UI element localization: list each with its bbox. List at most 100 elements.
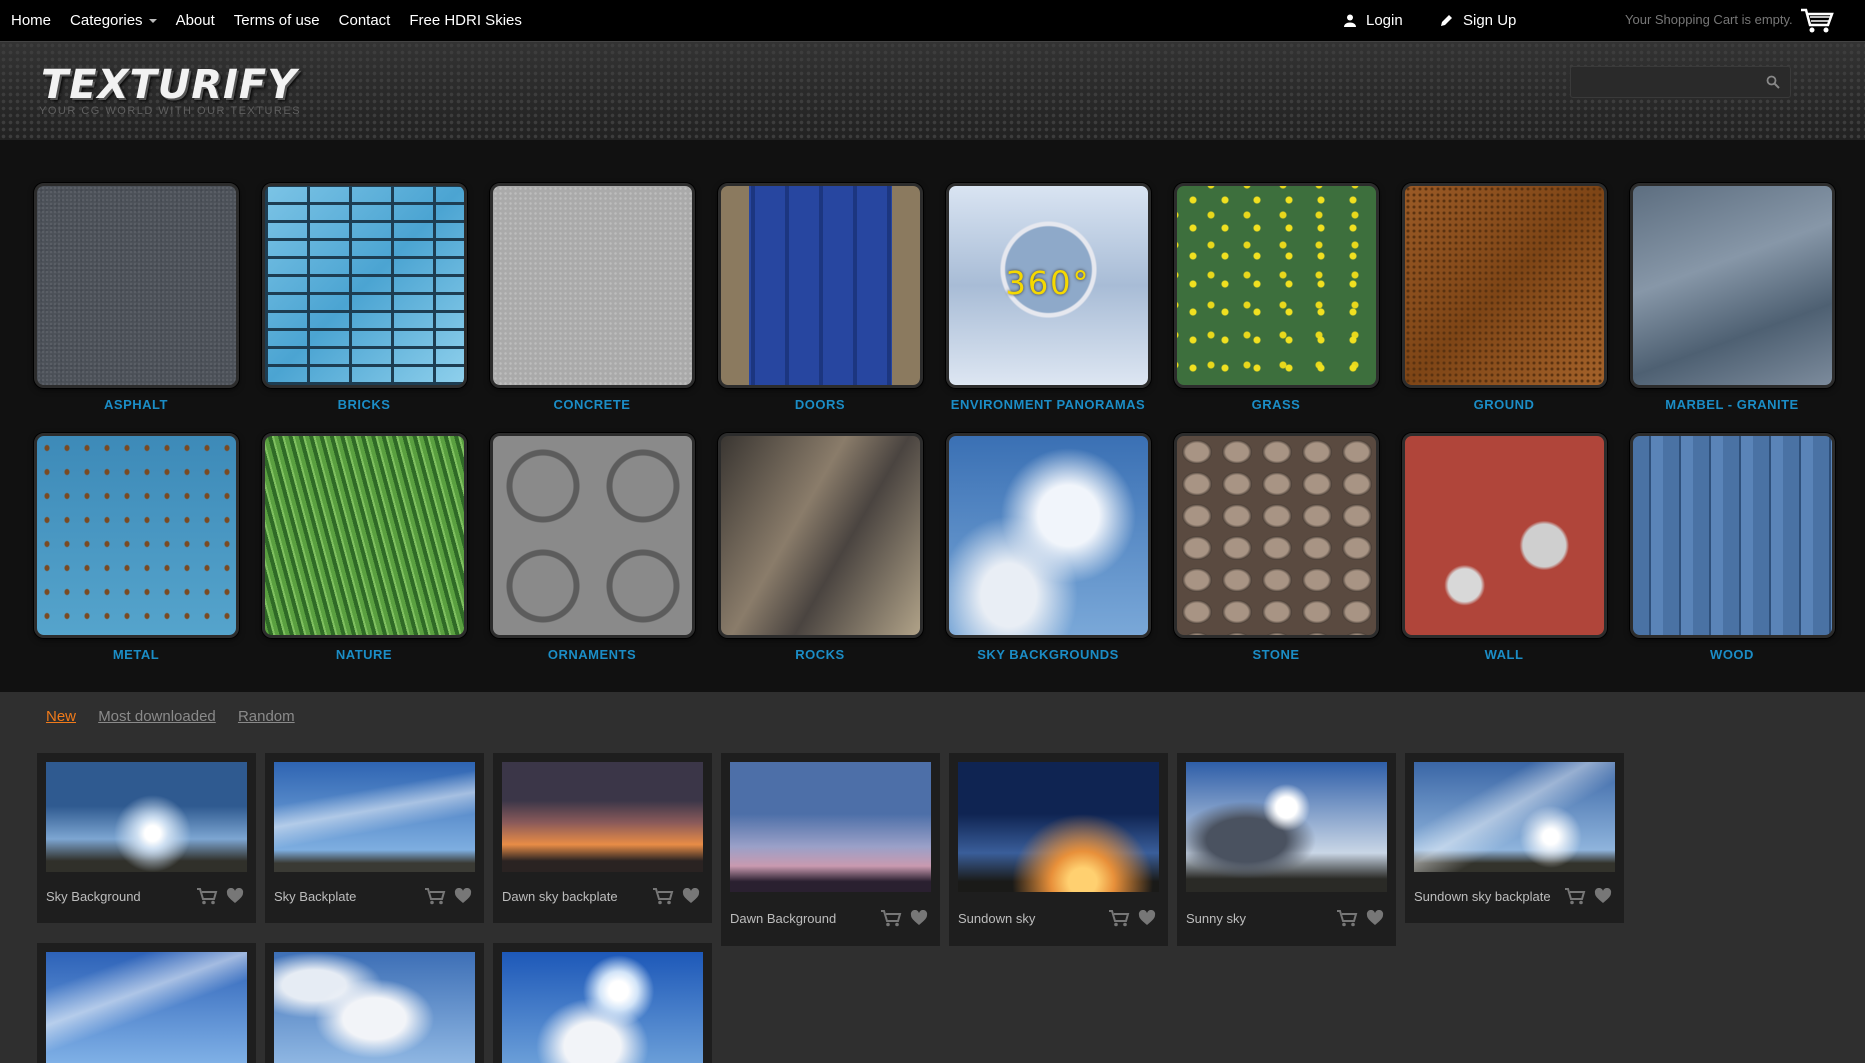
favorite-heart-icon[interactable] [454,888,472,904]
product-card[interactable]: Sundown sky backplate [1405,753,1624,923]
product-card[interactable]: Sky Backplate [265,753,484,923]
product-card[interactable]: Sunny sky [1177,753,1396,946]
product-card[interactable] [37,943,256,1063]
category-label[interactable]: WOOD [1628,647,1836,662]
product-image[interactable] [46,952,247,1063]
product-card[interactable]: Sundown sky [949,753,1168,946]
login-link[interactable]: Login [1344,0,1403,41]
tab-new[interactable]: New [46,708,76,725]
category-label[interactable]: BRICKS [260,397,468,412]
shopping-cart-icon[interactable] [1800,8,1834,34]
nav-about[interactable]: About [176,12,215,29]
add-to-cart-icon[interactable] [196,887,218,905]
category-thumbnail[interactable] [1401,433,1607,638]
category-label[interactable]: CONCRETE [488,397,696,412]
product-image[interactable] [1414,762,1615,872]
category-thumbnail[interactable] [33,183,239,388]
add-to-cart-icon[interactable] [880,909,902,927]
favorite-heart-icon[interactable] [226,888,244,904]
add-to-cart-icon[interactable] [1336,909,1358,927]
nav-terms[interactable]: Terms of use [234,12,320,29]
category-doors[interactable]: DOORS [716,183,924,412]
favorite-heart-icon[interactable] [910,910,928,926]
nav-free-hdri[interactable]: Free HDRI Skies [409,12,522,29]
product-title[interactable]: Sundown sky [958,911,1035,926]
product-card[interactable]: Sky Background [37,753,256,923]
search-icon[interactable] [1766,75,1780,89]
tab-random[interactable]: Random [238,708,295,725]
category-label[interactable]: GRASS [1172,397,1380,412]
category-nature[interactable]: NATURE [260,433,468,662]
category-rocks[interactable]: ROCKS [716,433,924,662]
category-grass[interactable]: GRASS [1172,183,1380,412]
favorite-heart-icon[interactable] [1138,910,1156,926]
product-card[interactable]: Dawn Background [721,753,940,946]
category-thumbnail[interactable] [1629,433,1835,638]
category-thumbnail[interactable] [717,183,923,388]
add-to-cart-icon[interactable] [1564,887,1586,905]
category-label[interactable]: NATURE [260,647,468,662]
category-environment-panoramas[interactable]: 360° ENVIRONMENT PANORAMAS [944,183,1152,412]
product-title[interactable]: Sky Background [46,889,141,904]
favorite-heart-icon[interactable] [1594,888,1612,904]
category-wood[interactable]: WOOD [1628,433,1836,662]
category-thumbnail[interactable] [717,433,923,638]
product-title[interactable]: Sky Backplate [274,889,356,904]
category-label[interactable]: GROUND [1400,397,1608,412]
category-thumbnail[interactable] [489,433,695,638]
add-to-cart-icon[interactable] [424,887,446,905]
add-to-cart-icon[interactable] [1108,909,1130,927]
category-label[interactable]: METAL [32,647,240,662]
category-label[interactable]: ASPHALT [32,397,240,412]
category-sky-backgrounds[interactable]: SKY BACKGROUNDS [944,433,1152,662]
category-ground[interactable]: GROUND [1400,183,1608,412]
category-asphalt[interactable]: ASPHALT [32,183,240,412]
category-thumbnail[interactable] [1173,183,1379,388]
add-to-cart-icon[interactable] [652,887,674,905]
product-title[interactable]: Sundown sky backplate [1414,889,1551,904]
category-thumbnail[interactable]: 360° [945,183,1151,388]
category-label[interactable]: MARBEL - GRANITE [1628,397,1836,412]
category-label[interactable]: SKY BACKGROUNDS [944,647,1152,662]
category-label[interactable]: ENVIRONMENT PANORAMAS [944,397,1152,412]
signup-link[interactable]: Sign Up [1440,0,1516,41]
tab-most-downloaded[interactable]: Most downloaded [98,708,216,725]
site-logo[interactable]: TEXTURIFY [41,62,297,108]
search-input[interactable] [1571,67,1751,97]
category-label[interactable]: ORNAMENTS [488,647,696,662]
category-thumbnail[interactable] [33,433,239,638]
product-image[interactable] [274,952,475,1063]
product-image[interactable] [274,762,475,872]
category-thumbnail[interactable] [1173,433,1379,638]
product-title[interactable]: Dawn Background [730,911,836,926]
category-ornaments[interactable]: ORNAMENTS [488,433,696,662]
nav-categories[interactable]: Categories [70,12,157,29]
product-title[interactable]: Sunny sky [1186,911,1246,926]
product-card[interactable] [493,943,712,1063]
category-label[interactable]: WALL [1400,647,1608,662]
category-bricks[interactable]: BRICKS [260,183,468,412]
category-thumbnail[interactable] [945,433,1151,638]
category-label[interactable]: ROCKS [716,647,924,662]
category-label[interactable]: STONE [1172,647,1380,662]
favorite-heart-icon[interactable] [1366,910,1384,926]
product-image[interactable] [958,762,1159,892]
product-image[interactable] [1186,762,1387,892]
category-thumbnail[interactable] [261,183,467,388]
category-stone[interactable]: STONE [1172,433,1380,662]
favorite-heart-icon[interactable] [682,888,700,904]
nav-home[interactable]: Home [11,12,51,29]
product-image[interactable] [730,762,931,892]
product-image[interactable] [46,762,247,872]
nav-contact[interactable]: Contact [339,12,391,29]
category-thumbnail[interactable] [261,433,467,638]
category-marbel-granite[interactable]: MARBEL - GRANITE [1628,183,1836,412]
product-image[interactable] [502,952,703,1063]
product-card[interactable] [265,943,484,1063]
category-thumbnail[interactable] [1629,183,1835,388]
category-wall[interactable]: WALL [1400,433,1608,662]
category-concrete[interactable]: CONCRETE [488,183,696,412]
category-label[interactable]: DOORS [716,397,924,412]
product-card[interactable]: Dawn sky backplate [493,753,712,923]
product-title[interactable]: Dawn sky backplate [502,889,618,904]
